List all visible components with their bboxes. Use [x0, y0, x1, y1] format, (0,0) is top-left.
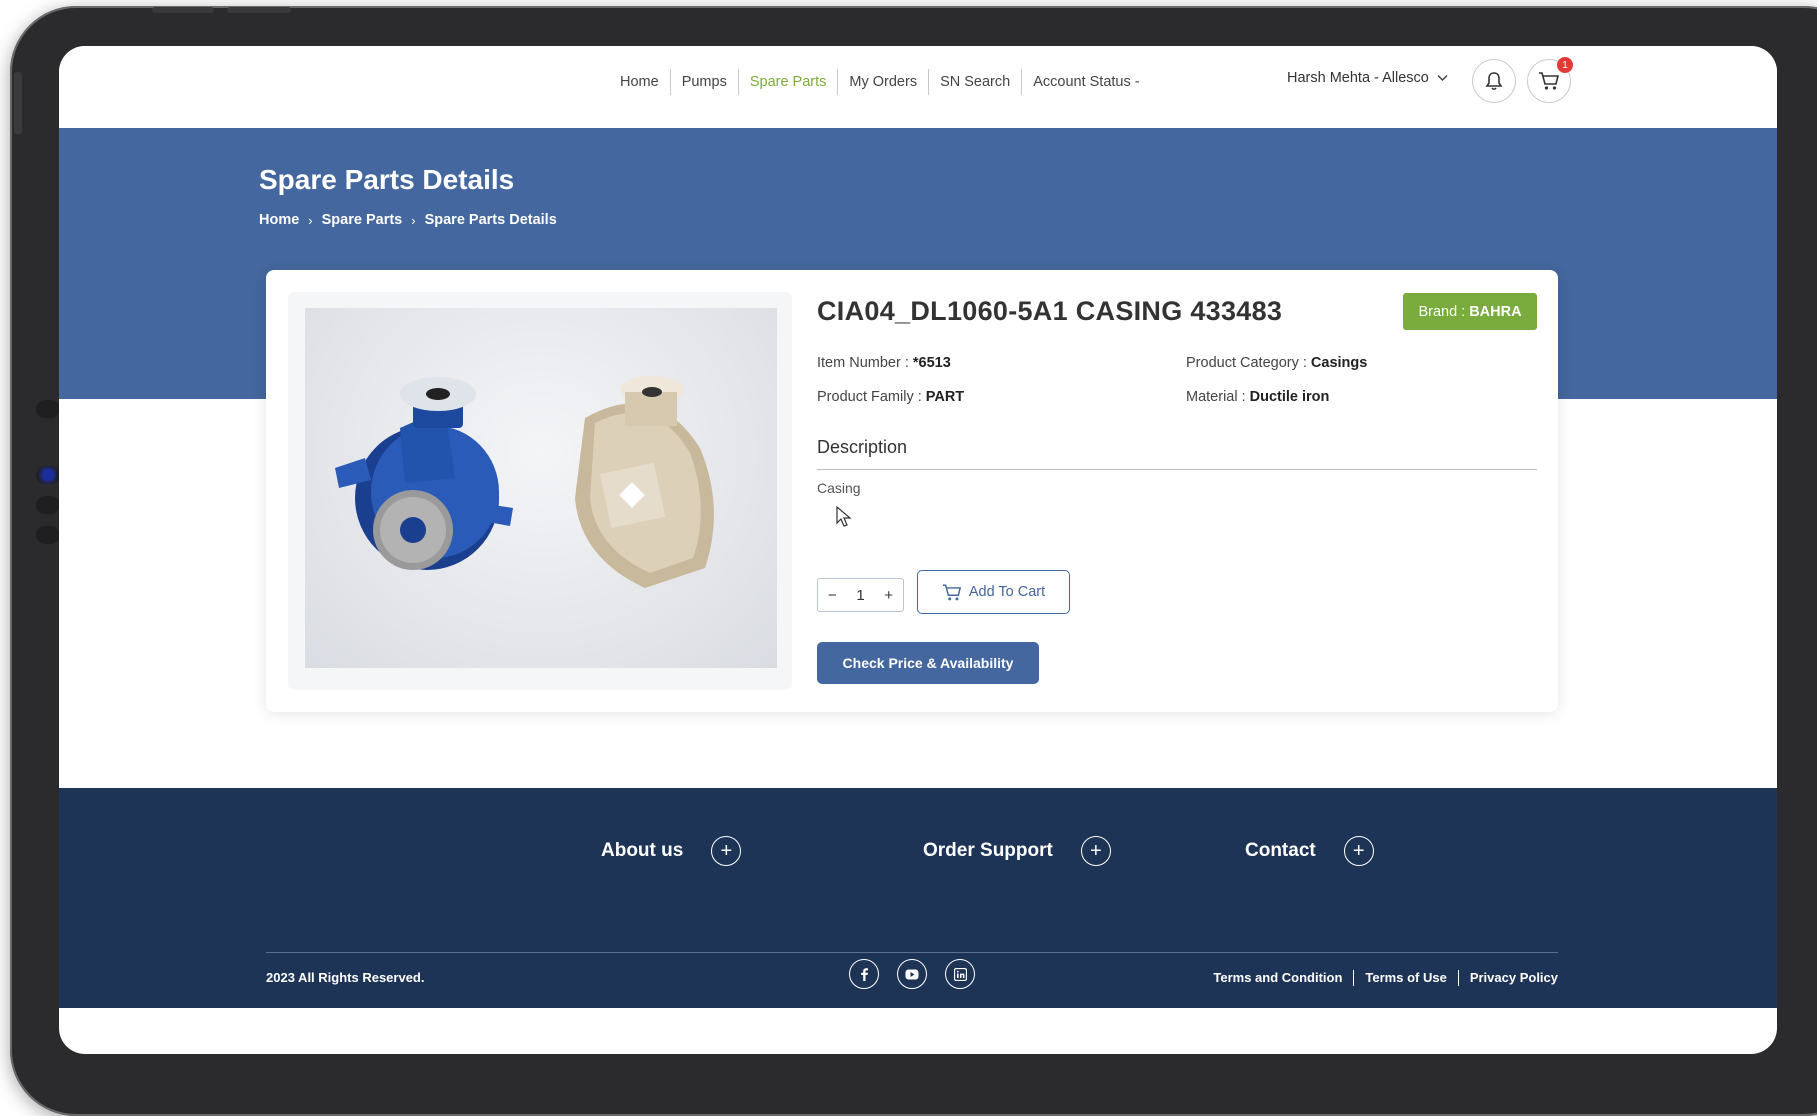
- tablet-sensor: [36, 496, 60, 514]
- quantity-increment-button[interactable]: +: [884, 587, 893, 604]
- breadcrumb-home[interactable]: Home: [259, 212, 299, 228]
- breadcrumb: Home › Spare Parts › Spare Parts Details: [259, 212, 557, 228]
- material: Material : Ductile iron: [1186, 389, 1329, 405]
- footer-section-label: Order Support: [923, 840, 1053, 861]
- footer-section-label: Contact: [1245, 840, 1316, 861]
- tablet-volume-button: [152, 7, 214, 13]
- legal-links: Terms and Condition Terms of Use Privacy…: [1202, 970, 1558, 986]
- product-family-label: Product Family :: [817, 389, 922, 405]
- facebook-link[interactable]: [849, 959, 879, 989]
- breadcrumb-spare-parts[interactable]: Spare Parts: [322, 212, 403, 228]
- product-category-value: Casings: [1310, 355, 1368, 371]
- pump-casing-render: [335, 376, 714, 588]
- copyright-text: 2023 All Rights Reserved.: [266, 970, 425, 985]
- notifications-button[interactable]: [1472, 59, 1516, 103]
- youtube-icon: [905, 969, 919, 979]
- footer-section-label: About us: [601, 840, 684, 861]
- breadcrumb-separator: ›: [411, 212, 416, 228]
- page-title: Spare Parts Details: [259, 164, 515, 195]
- product-title: CIA04_DL1060-5A1 CASING 433483: [817, 296, 1283, 326]
- tablet-sensor: [36, 400, 60, 418]
- product-card: CIA04_DL1060-5A1 CASING 433483 Brand : B…: [266, 270, 1558, 712]
- cart-button[interactable]: 1: [1527, 57, 1573, 103]
- footer-divider: [266, 952, 1558, 953]
- facebook-icon: [861, 968, 868, 981]
- nav-link-sn-search[interactable]: SN Search: [928, 69, 1021, 95]
- item-number-value: *6513: [912, 355, 951, 371]
- quantity-decrement-button[interactable]: −: [828, 587, 837, 604]
- quantity-value[interactable]: 1: [856, 587, 864, 604]
- brand-value: BAHRA: [1469, 303, 1522, 320]
- user-menu[interactable]: Harsh Mehta - Allesco: [1287, 70, 1448, 86]
- nav-link-my-orders[interactable]: My Orders: [837, 69, 928, 95]
- cart-icon: [1539, 72, 1560, 90]
- breadcrumb-separator: ›: [308, 212, 313, 228]
- plus-icon: +: [1343, 836, 1374, 866]
- youtube-link[interactable]: [897, 959, 927, 989]
- terms-of-use-link[interactable]: Terms of Use: [1353, 970, 1457, 986]
- tablet-camera: [36, 466, 60, 484]
- user-name: Harsh Mehta - Allesco: [1287, 70, 1429, 86]
- nav-link-pumps[interactable]: Pumps: [669, 69, 738, 95]
- description-heading: Description: [817, 437, 908, 457]
- brand-badge: Brand : BAHRA: [1403, 293, 1537, 330]
- breadcrumb-current: Spare Parts Details: [424, 212, 557, 228]
- nav-links: Home Pumps Spare Parts My Orders SN Sear…: [609, 68, 1151, 96]
- brand-label: Brand :: [1418, 303, 1466, 320]
- material-value: Ductile iron: [1249, 389, 1330, 405]
- nav-link-home[interactable]: Home: [609, 69, 670, 95]
- screen: Home Pumps Spare Parts My Orders SN Sear…: [59, 46, 1777, 1054]
- terms-and-condition-link[interactable]: Terms and Condition: [1202, 970, 1353, 986]
- cart-icon: [942, 584, 961, 600]
- footer-section-order-support[interactable]: Order Support +: [923, 836, 1111, 866]
- add-to-cart-button[interactable]: Add To Cart: [917, 570, 1070, 614]
- check-price-availability-button[interactable]: Check Price & Availability: [817, 642, 1039, 684]
- add-to-cart-label: Add To Cart: [968, 584, 1046, 600]
- linkedin-link[interactable]: [945, 959, 975, 989]
- description-divider: [817, 469, 1537, 470]
- plus-icon: +: [711, 836, 742, 866]
- footer-section-about[interactable]: About us +: [601, 836, 742, 866]
- footer: About us + Order Support + Contact + 202…: [59, 788, 1777, 1008]
- linkedin-icon: [953, 967, 967, 981]
- material-label: Material :: [1186, 389, 1246, 405]
- product-image-panel: [288, 292, 792, 690]
- footer-section-contact[interactable]: Contact +: [1245, 836, 1374, 866]
- cart-count-badge: 1: [1557, 57, 1573, 73]
- quantity-stepper: − 1 +: [817, 578, 904, 612]
- tablet-power-button: [14, 72, 22, 134]
- nav-link-spare-parts[interactable]: Spare Parts: [737, 69, 838, 95]
- chevron-down-icon: [1437, 74, 1448, 82]
- item-number: Item Number : *6513: [817, 355, 951, 371]
- item-number-label: Item Number :: [817, 355, 909, 371]
- description-text: Casing: [817, 480, 861, 496]
- mouse-cursor-icon: [836, 506, 852, 527]
- bell-icon: [1485, 72, 1503, 91]
- top-navigation: Home Pumps Spare Parts My Orders SN Sear…: [59, 46, 1777, 128]
- tablet-sensor: [36, 526, 60, 544]
- product-category-label: Product Category :: [1186, 355, 1307, 371]
- product-image[interactable]: [305, 308, 777, 668]
- tablet-volume-button: [227, 7, 291, 13]
- product-family-value: PART: [925, 389, 965, 405]
- product-family: Product Family : PART: [817, 389, 964, 405]
- product-category: Product Category : Casings: [1186, 355, 1367, 371]
- privacy-policy-link[interactable]: Privacy Policy: [1457, 970, 1558, 986]
- plus-icon: +: [1080, 836, 1111, 866]
- nav-link-account-status[interactable]: Account Status -: [1021, 69, 1150, 95]
